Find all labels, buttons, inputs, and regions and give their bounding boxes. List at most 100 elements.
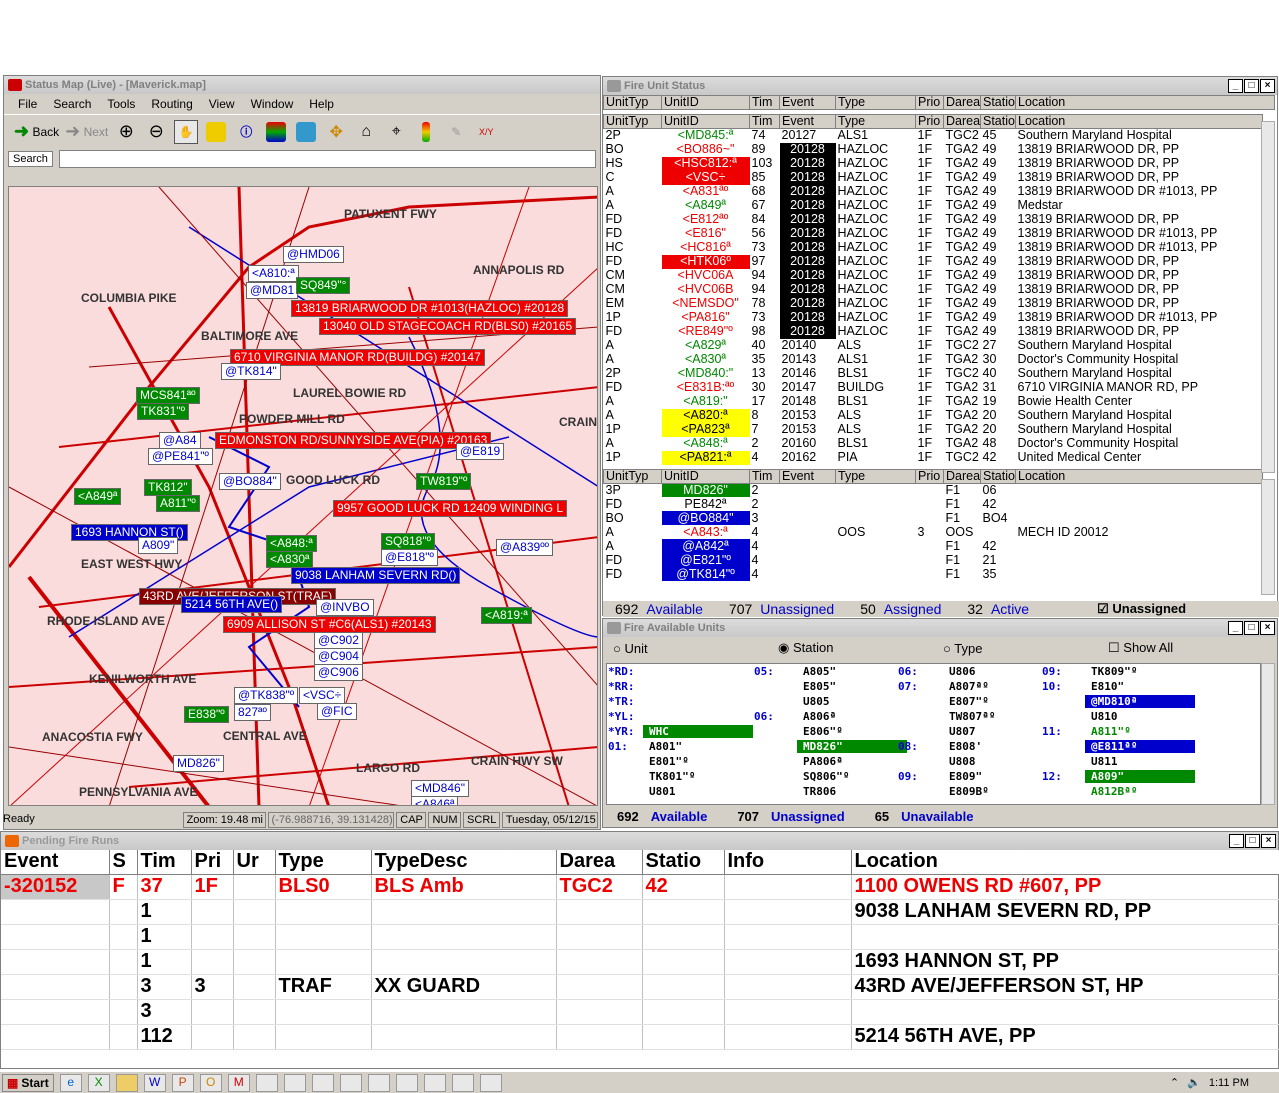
map-unit-tag[interactable]: 6909 ALLISON ST #C6(ALS1) #20143: [223, 616, 436, 633]
map-unit-tag[interactable]: 827ªº: [234, 704, 271, 721]
map-unit-tag[interactable]: @MD81: [246, 282, 299, 299]
column-header[interactable]: Type: [835, 114, 916, 129]
search-input[interactable]: [58, 150, 596, 168]
available-unit[interactable]: SQ806"º: [797, 770, 855, 783]
route-icon[interactable]: ✎: [444, 120, 468, 144]
minimize-button[interactable]: _: [1228, 79, 1243, 93]
table-row[interactable]: A <A848:ª 2 20160 BLS1 1F TGA2 48 Doctor's Commu…: [604, 437, 1263, 451]
map-unit-tag[interactable]: TK831"º: [137, 403, 189, 420]
table-row[interactable]: A <A819:" 17 20148 BLS1 1F TGA2 19 Bowie Health …: [604, 395, 1263, 409]
fire-unit-scrollbar-2[interactable]: [1261, 479, 1275, 595]
available-unit[interactable]: A811"º: [1085, 725, 1137, 738]
column-header[interactable]: TypeDesc: [371, 850, 557, 875]
column-header[interactable]: UnitTyp: [603, 468, 662, 484]
map-unit-tag[interactable]: <VSC÷: [299, 687, 346, 704]
unassigned-checkbox[interactable]: ☑ Unassigned: [1097, 601, 1186, 617]
table-row[interactable]: HC <HC816ª 73 20128 HAZLOC 1F TGA2 49 13819 BRIA…: [604, 240, 1263, 255]
unit-radio[interactable]: ○ Unit: [613, 641, 778, 656]
info-icon[interactable]: ⓘ: [234, 120, 258, 144]
available-unit[interactable]: E808': [943, 740, 988, 753]
chrome-icon[interactable]: [451, 1073, 474, 1092]
available-unit[interactable]: E809": [943, 770, 988, 783]
next-button[interactable]: ➜ Next: [65, 120, 108, 144]
table-row[interactable]: 1P <PA816" 73 20128 HAZLOC 1F TGA2 49 13819 BRIA…: [604, 310, 1263, 325]
column-header[interactable]: Ur: [233, 850, 276, 875]
available-unit[interactable]: A801": [643, 740, 688, 753]
map-unit-tag[interactable]: @E819: [456, 443, 505, 460]
column-header[interactable]: Info: [724, 850, 852, 875]
close-button[interactable]: ×: [1261, 834, 1276, 848]
column-header[interactable]: Pri: [191, 850, 234, 875]
menu-file[interactable]: File: [18, 97, 37, 111]
available-unit[interactable]: E806"º: [797, 725, 849, 738]
table-row[interactable]: FD <HTK06º 97 20128 HAZLOC 1F TGA2 49 13819 BRIA…: [604, 254, 1263, 269]
pending-row[interactable]: 1 1693 HANNON ST, PP: [1, 949, 1279, 975]
column-header[interactable]: Event: [779, 114, 836, 129]
map-unit-tag[interactable]: <A849ª: [74, 488, 122, 505]
column-header[interactable]: Prio: [915, 468, 944, 484]
table-row[interactable]: 3P MD826" 2 F1 06: [604, 483, 1263, 497]
table-row[interactable]: CM <HVC06B 94 20128 HAZLOC 1F TGA2 49 13819 BRIA…: [604, 282, 1263, 297]
map-unit-tag[interactable]: @INVBO: [316, 599, 374, 616]
column-header[interactable]: UnitTyp: [603, 114, 662, 129]
map-unit-tag[interactable]: @PE841"º: [148, 448, 213, 465]
map-unit-tag[interactable]: 13040 OLD STAGECOACH RD(BLS0) #20165: [319, 318, 577, 335]
table-row[interactable]: FD PE842ª 2 F1 42: [604, 497, 1263, 511]
menu-tools[interactable]: Tools: [107, 97, 135, 111]
table-row[interactable]: EM <NEMSDO" 78 20128 HAZLOC 1F TGA2 49 13819 BRI…: [604, 296, 1263, 311]
xy-icon[interactable]: X/Y: [474, 120, 498, 144]
map-unit-tag[interactable]: <A810:ª: [248, 265, 299, 282]
volume-icon[interactable]: 🔈: [1187, 1076, 1201, 1089]
map-unit-tag[interactable]: SQ849"°: [296, 277, 351, 294]
available-unit[interactable]: U801: [643, 785, 682, 798]
map-unit-tag[interactable]: EDMONSTON RD/SUNNYSIDE AVE(PIA) #20163: [215, 432, 492, 449]
cad-app-icon[interactable]: M: [227, 1073, 250, 1092]
column-header[interactable]: Tim: [749, 114, 780, 129]
column-header[interactable]: UnitID: [661, 114, 750, 129]
minimize-button[interactable]: _: [1229, 834, 1244, 848]
available-unit[interactable]: TR806: [797, 785, 842, 798]
table-row[interactable]: A <A820:ª 8 20153 ALS 1F TGA2 20 Southern Maryla…: [604, 408, 1263, 423]
table-row[interactable]: C <VSC÷ 85 20128 HAZLOC 1F TGA2 49 13819 BRIARWO…: [604, 170, 1263, 185]
fire-unit-scrollbar[interactable]: [1261, 121, 1275, 473]
map-unit-tag[interactable]: <A830ª: [266, 551, 314, 568]
available-unit[interactable]: E805": [797, 680, 842, 693]
available-unit[interactable]: A805": [797, 665, 842, 678]
table-row[interactable]: 1P <PA823ª 7 20153 ALS 1F TGA2 20 Southern Maryl…: [604, 422, 1263, 437]
archive-icon[interactable]: [339, 1073, 362, 1092]
map-unit-tag[interactable]: 13819 BRIARWOOD DR #1013(HAZLOC) #20128: [291, 300, 569, 317]
map-unit-tag[interactable]: SQ818"º: [381, 533, 436, 550]
map-unit-tag[interactable]: @HMD06: [283, 246, 344, 263]
column-header[interactable]: Location: [1015, 114, 1263, 129]
available-unit[interactable]: A809": [1085, 770, 1195, 783]
map-unit-tag[interactable]: @TK838"º: [234, 687, 299, 704]
table-row[interactable]: 2P <MD840:" 13 20146 BLS1 1F TGC2 40 Southern Ma…: [604, 367, 1263, 381]
table-row[interactable]: FD <E812ªº 84 20128 HAZLOC 1F TGA2 49 13819 BRIA…: [604, 212, 1263, 227]
menu-search[interactable]: Search: [53, 97, 91, 111]
map-unit-tag[interactable]: 9038 LANHAM SEVERN RD(): [291, 567, 461, 584]
table-row[interactable]: CM <HVC06A 94 20128 HAZLOC 1F TGA2 49 13819 BRIA…: [604, 268, 1263, 283]
table-row[interactable]: BO @BO884" 3 F1 BO4: [604, 511, 1263, 525]
powerpoint-icon[interactable]: P: [171, 1073, 194, 1092]
extent-icon[interactable]: ✥: [324, 120, 348, 144]
map-unit-tag[interactable]: @C902: [314, 632, 363, 649]
menu-routing[interactable]: Routing: [151, 97, 192, 111]
table-row[interactable]: FD @E821"º 4 F1 21: [604, 553, 1263, 567]
fire-unit-status-titlebar[interactable]: Fire Unit Status _ □ ×: [603, 77, 1277, 95]
word-icon[interactable]: W: [143, 1073, 166, 1092]
pan-hand-icon[interactable]: ✋: [174, 119, 199, 144]
pending-titlebar[interactable]: Pending Fire Runs _ □ ×: [1, 832, 1278, 850]
start-button[interactable]: ▦ Start: [2, 1073, 54, 1092]
column-header[interactable]: UnitTyp: [603, 95, 662, 110]
column-header[interactable]: UnitID: [661, 468, 750, 484]
traffic-light-icon[interactable]: [414, 120, 438, 144]
table-row[interactable]: FD <E831B:ªº 30 20147 BUILDG 1F TGA2 31 6710 VIR…: [604, 381, 1263, 395]
pending-row[interactable]: -320152 F 37 1F BLS0 BLS Amb TGC2 42 1100 OWENS …: [1, 874, 1279, 900]
map-unit-tag[interactable]: <A846ª: [411, 796, 459, 805]
column-header[interactable]: Statio: [980, 468, 1016, 484]
column-header[interactable]: Prio: [915, 95, 944, 110]
folder-icon[interactable]: [115, 1073, 138, 1092]
column-header[interactable]: Darea: [943, 114, 981, 129]
map-unit-tag[interactable]: @FIC: [317, 703, 357, 720]
table-row[interactable]: A <A849ª 67 20128 HAZLOC 1F TGA2 49 Medstar: [604, 198, 1263, 213]
